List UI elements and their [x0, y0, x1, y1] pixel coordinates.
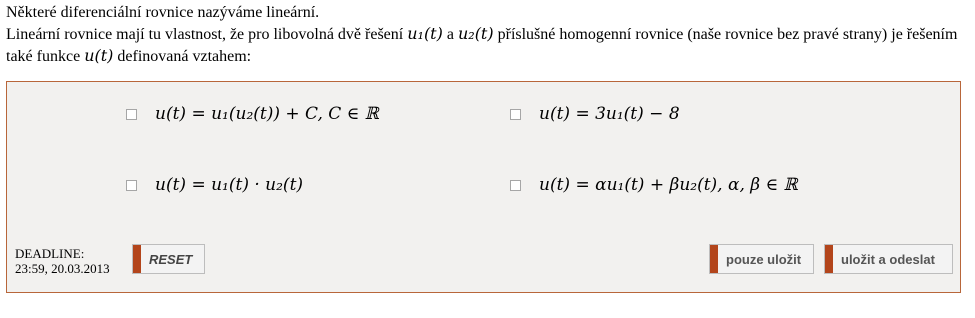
question-text-part: definovaná vztahem: [113, 48, 252, 65]
question-line-1: Některé diferenciální rovnice nazýváme l… [6, 4, 320, 21]
deadline: DEADLINE: 23:59, 20.03.2013 [15, 246, 110, 276]
question-text-part: Lineární rovnice mají tu vlastnost, že p… [6, 26, 408, 43]
save-and-send-button-label: uložit a odeslat [841, 251, 935, 267]
question-text: Některé diferenciální rovnice nazýváme l… [6, 2, 966, 67]
save-button[interactable]: pouze uložit [709, 244, 814, 274]
option-formula: u(t) = αu₁(t) + βu₂(t), α, β ∈ ℝ [539, 175, 798, 195]
save-button-label: pouze uložit [726, 251, 802, 267]
answer-option-3[interactable]: u(t) = u₁(t) · u₂(t) [126, 175, 303, 195]
math-u2: u₂(t) [457, 24, 494, 43]
deadline-value: 23:59, 20.03.2013 [15, 261, 110, 276]
option-formula: u(t) = u₁(u₂(t)) + C, C ∈ ℝ [155, 104, 379, 124]
question-text-part: a [442, 26, 458, 43]
option-formula: u(t) = u₁(t) · u₂(t) [155, 175, 304, 195]
save-and-send-button[interactable]: uložit a odeslat [824, 244, 953, 274]
reset-button-label: RESET [149, 251, 193, 267]
option-checkbox[interactable] [510, 179, 521, 191]
option-checkbox[interactable] [126, 179, 137, 191]
deadline-label: DEADLINE: [15, 246, 85, 261]
answer-panel: u(t) = u₁(u₂(t)) + C, C ∈ ℝ u(t) = 3u₁(t… [6, 81, 961, 293]
math-u1: u₁(t) [407, 24, 443, 43]
reset-button[interactable]: RESET [132, 244, 205, 274]
answer-option-1[interactable]: u(t) = u₁(u₂(t)) + C, C ∈ ℝ [126, 104, 379, 124]
answer-option-2[interactable]: u(t) = 3u₁(t) − 8 [510, 104, 680, 124]
answer-option-4[interactable]: u(t) = αu₁(t) + βu₂(t), α, β ∈ ℝ [510, 175, 798, 195]
math-u: u(t) [84, 46, 114, 65]
option-checkbox[interactable] [126, 108, 137, 120]
question-line-2: Lineární rovnice mají tu vlastnost, že p… [6, 23, 966, 67]
option-formula: u(t) = 3u₁(t) − 8 [539, 104, 680, 124]
option-checkbox[interactable] [510, 108, 521, 120]
